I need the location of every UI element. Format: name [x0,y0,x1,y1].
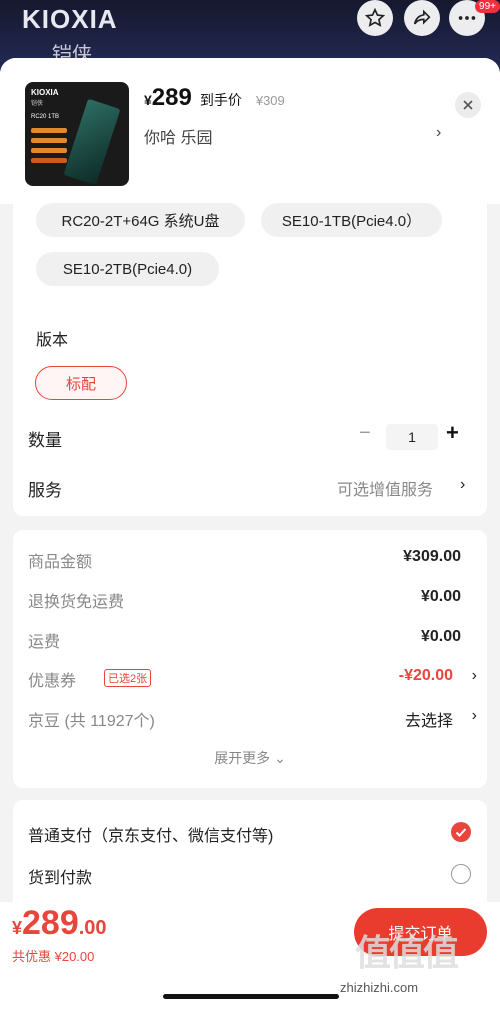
jd-beans-row[interactable]: 京豆 (共 11927个) 去选择 › [28,707,477,731]
coupon-value: -¥20.00 [398,667,453,684]
thumb-stripe [31,138,67,143]
thumb-stripe [31,128,67,133]
thumb-ssd-image [63,98,121,186]
total-int: 289 [22,904,79,942]
thumb-sublogo: 铠侠 [31,101,44,107]
chevron-right-icon[interactable]: › [460,476,465,494]
quantity-minus-button[interactable]: − [359,422,371,445]
chevron-right-icon[interactable]: › [436,124,441,142]
favorite-button[interactable] [357,0,393,36]
total-symbol: ¥ [12,918,23,938]
coupon-badge: 已选2张 [104,669,152,687]
coupon-row[interactable]: 优惠券 已选2张 -¥20.00 › [28,667,477,691]
share-icon [413,9,431,25]
chevron-right-icon: › [471,667,477,684]
fee-value: ¥0.00 [420,628,461,645]
price-tag: 到手价 [199,92,242,108]
brand-logo: KIOXIA [22,4,118,34]
service-label: 服务 [28,481,62,500]
fee-row: 运费 ¥0.00 [28,628,473,652]
final-price: 289 [151,84,192,111]
product-header: KIOXIA 铠侠 RC20 1TB ¥ 289 到手价 ¥309 你哈 乐园 … [0,58,500,204]
original-price: ¥309 [255,93,285,108]
price-symbol: ¥ [144,92,152,108]
watermark-logo: 值值值 [355,932,459,973]
payment-option-normal[interactable]: 普通支付（京东支付、微信支付等) [28,822,273,846]
version-label: 版本 [36,332,69,349]
product-thumbnail[interactable]: KIOXIA 铠侠 RC20 1TB [25,82,129,186]
spec-chip[interactable]: SE10-1TB(Pcie4.0） [261,203,442,237]
fee-value: ¥309.00 [403,548,461,565]
options-card: RC20-2T+64G 系统U盘 SE10-1TB(Pcie4.0） SE10-… [13,203,487,516]
total-dec: .00 [78,917,107,939]
thumb-logo: KIOXIA [31,88,59,97]
fee-value: ¥0.00 [420,588,461,605]
selected-spec[interactable]: 你哈 乐园 [144,124,212,148]
watermark-text: zhizhizhi.com [340,980,419,995]
version-chip[interactable]: 标配 [35,366,127,400]
thumb-label: RC20 1TB [31,114,60,120]
fee-label: 优惠券 [28,673,77,690]
share-button[interactable] [404,0,440,36]
expand-more-button[interactable]: 展开更多 ⌄ [13,748,487,768]
fee-label: 退换货免运费 [28,594,125,611]
close-icon [463,100,473,110]
spec-chip[interactable]: RC20-2T+64G 系统U盘 [36,203,245,237]
fee-row: 退换货免运费 ¥0.00 [28,588,473,612]
bottom-bar: ¥289.00 共优惠 ¥20.00 提交订单 值值值 zhizhizhi.co… [0,902,500,1010]
quantity-input[interactable]: 1 [386,424,438,450]
payment-option-cod[interactable]: 货到付款 [28,864,92,888]
more-icon [458,16,476,20]
chevron-right-icon: › [471,707,477,724]
home-indicator[interactable] [163,994,339,999]
order-sheet: KIOXIA 铠侠 RC20 1TB ¥ 289 到手价 ¥309 你哈 乐园 … [0,58,500,1010]
fee-summary-card: 商品金额 ¥309.00 退换货免运费 ¥0.00 运费 ¥0.00 优惠券 已… [13,530,487,788]
fee-label: 商品金额 [28,554,93,571]
spec-chip[interactable]: SE10-2TB(Pcie4.0) [36,252,219,286]
close-button[interactable] [455,92,481,118]
radio-selected-icon[interactable] [451,822,471,842]
price-row: ¥ 289 到手价 ¥309 [144,84,285,112]
quantity-plus-button[interactable]: + [446,420,459,446]
notification-badge: 99+ [475,0,500,13]
fee-label: 京豆 (共 11927个) [28,713,155,730]
service-value[interactable]: 可选增值服务 [337,476,433,500]
star-icon [364,7,386,27]
quantity-label: 数量 [28,431,62,450]
fee-label: 运费 [28,634,61,651]
thumb-stripe [31,158,67,163]
check-icon [455,828,467,837]
radio-unselected-icon[interactable] [451,864,471,884]
total-discount: 共优惠 ¥20.00 [12,949,95,964]
jd-beans-value: 去选择 [404,713,453,730]
fee-row: 商品金额 ¥309.00 [28,548,473,572]
thumb-stripe [31,148,67,153]
total-price: ¥289.00 [12,904,107,943]
